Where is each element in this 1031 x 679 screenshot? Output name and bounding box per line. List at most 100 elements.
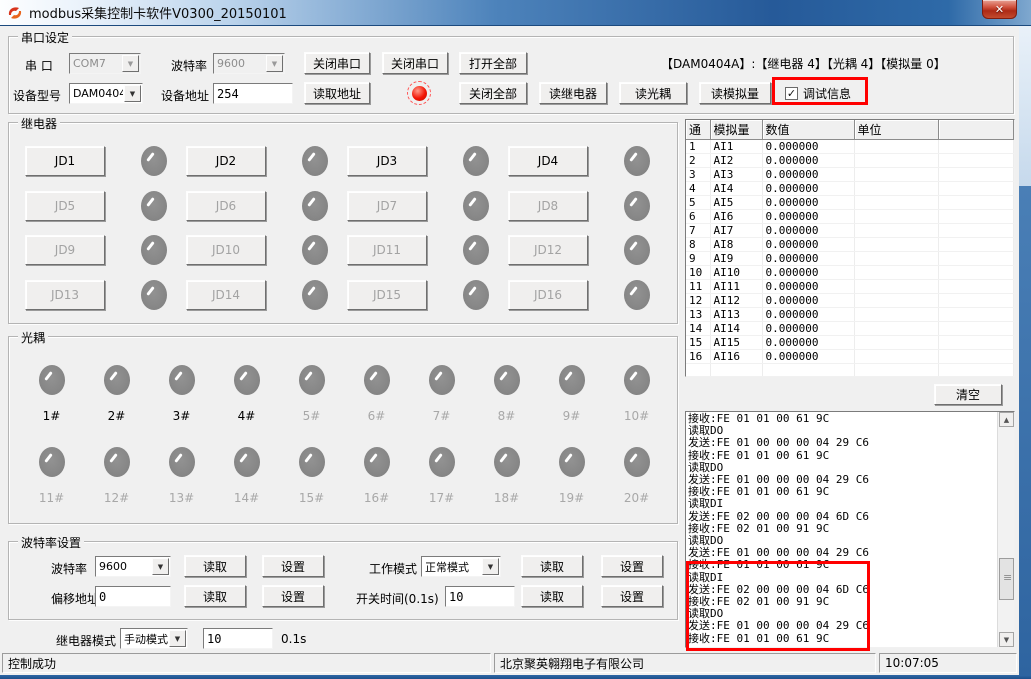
offset-addr-input[interactable] xyxy=(95,586,171,607)
table-row: 16AI160.000000 xyxy=(686,350,1014,364)
work-mode-read-button[interactable]: 读取 xyxy=(521,555,583,577)
baud-read-button[interactable]: 读取 xyxy=(184,555,246,577)
open-all-button[interactable]: 打开全部 xyxy=(459,52,527,74)
table-cell xyxy=(854,182,938,196)
read-relay-button[interactable]: 读继电器 xyxy=(539,82,607,104)
relay-button-jd2[interactable]: JD2 xyxy=(186,146,266,176)
offset-set-button[interactable]: 设置 xyxy=(262,585,324,607)
opto-cell: 11# xyxy=(19,447,84,527)
device-addr-input[interactable] xyxy=(213,83,293,104)
opto-row-2: 11#12#13#14#15#16#17#18#19#20# xyxy=(19,447,669,527)
read-opto-button[interactable]: 读光耦 xyxy=(619,82,687,104)
table-cell xyxy=(938,336,1014,350)
table-row: 1AI10.000000 xyxy=(686,140,1014,154)
opto-label: 2# xyxy=(108,409,126,423)
table-cell: 0.000000 xyxy=(762,252,854,266)
table-cell xyxy=(854,140,938,154)
opto-label: 20# xyxy=(624,491,649,505)
log-scrollbar[interactable]: ▲ ▼ xyxy=(997,412,1014,647)
work-mode-select[interactable]: 正常模式▼ xyxy=(421,556,501,577)
scroll-down-icon[interactable]: ▼ xyxy=(999,632,1014,647)
debug-info-label: 调试信息 xyxy=(803,85,851,102)
relay-button-jd1[interactable]: JD1 xyxy=(25,146,105,176)
opto-cell: 16# xyxy=(344,447,409,527)
table-cell: AI11 xyxy=(710,280,762,294)
close-port-button-1[interactable]: 关闭串口 xyxy=(304,52,370,74)
relay-cell: JD11 xyxy=(347,228,508,273)
relay-led-icon xyxy=(624,146,650,176)
opto-label: 4# xyxy=(238,409,256,423)
relay-mode-select[interactable]: 手动模式▼ xyxy=(120,628,188,649)
relay-mode-time-unit: 0.1s xyxy=(281,632,306,646)
opto-cell: 14# xyxy=(214,447,279,527)
relay-cell: JD9 xyxy=(25,228,186,273)
opto-label: 5# xyxy=(303,409,321,423)
log-line: 接收:FE 01 01 00 61 9C xyxy=(688,450,997,462)
relay-cell: JD16 xyxy=(508,273,669,318)
scroll-up-icon[interactable]: ▲ xyxy=(999,412,1014,427)
close-button[interactable]: ✕ xyxy=(982,0,1017,19)
opto-label: 6# xyxy=(368,409,386,423)
relay-led-icon xyxy=(302,146,328,176)
opto-led-icon xyxy=(429,365,455,395)
table-cell xyxy=(938,224,1014,238)
relay-led-icon xyxy=(463,280,489,310)
relay-cell: JD15 xyxy=(347,273,508,318)
relay-led-icon xyxy=(141,146,167,176)
device-addr-label: 设备地址 xyxy=(161,87,209,104)
table-cell: 8 xyxy=(686,238,710,252)
baud-set-button[interactable]: 设置 xyxy=(262,555,324,577)
offset-read-button[interactable]: 读取 xyxy=(184,585,246,607)
baud2-select[interactable]: 9600▼ xyxy=(95,556,171,577)
opto-led-icon xyxy=(299,447,325,477)
table-cell xyxy=(854,154,938,168)
table-row: 8AI80.000000 xyxy=(686,238,1014,252)
table-cell: AI8 xyxy=(710,238,762,252)
scrollbar-thumb[interactable] xyxy=(999,558,1014,600)
relay-button-jd7: JD7 xyxy=(347,191,427,221)
relay-button-jd4[interactable]: JD4 xyxy=(508,146,588,176)
opto-label: 9# xyxy=(563,409,581,423)
switch-time-input[interactable] xyxy=(445,586,515,607)
checkbox-check-icon[interactable]: ✓ xyxy=(785,87,798,100)
table-row: 11AI110.000000 xyxy=(686,280,1014,294)
table-cell: AI2 xyxy=(710,154,762,168)
clear-log-button[interactable]: 清空 xyxy=(934,384,1002,405)
opto-led-icon xyxy=(169,365,195,395)
log-line: 接收:FE 01 01 00 61 9C xyxy=(688,486,997,498)
table-cell xyxy=(938,210,1014,224)
debug-log-box[interactable]: 接收:FE 01 01 00 61 9C读取DO发送:FE 01 00 00 0… xyxy=(685,411,1015,648)
opto-cell: 19# xyxy=(539,447,604,527)
table-cell: 0.000000 xyxy=(762,280,854,294)
table-cell xyxy=(938,182,1014,196)
relay-led-icon xyxy=(141,191,167,221)
read-analog-button[interactable]: 读模拟量 xyxy=(699,82,771,104)
relay-cell: JD6 xyxy=(186,184,347,229)
relay-cell: JD10 xyxy=(186,228,347,273)
switch-time-set-button[interactable]: 设置 xyxy=(601,585,663,607)
log-line: 接收:FE 01 01 00 61 9C xyxy=(688,559,997,571)
opto-led-icon xyxy=(39,365,65,395)
table-cell xyxy=(854,336,938,350)
window-title: modbus采集控制卡软件V0300_20150101 xyxy=(29,3,287,22)
relay-button-jd3[interactable]: JD3 xyxy=(347,146,427,176)
table-cell: AI1 xyxy=(710,140,762,154)
table-row: 3AI30.000000 xyxy=(686,168,1014,182)
read-addr-button[interactable]: 读取地址 xyxy=(304,82,370,104)
debug-info-checkbox[interactable]: ✓ 调试信息 xyxy=(785,85,851,102)
table-row: 12AI120.000000 xyxy=(686,294,1014,308)
relay-button-jd10: JD10 xyxy=(186,235,266,265)
model-select[interactable]: DAM0404A▼ xyxy=(69,83,143,104)
relay-cell: JD1 xyxy=(25,139,186,184)
table-cell: AI16 xyxy=(710,350,762,364)
relay-mode-time-input[interactable] xyxy=(203,628,273,649)
log-line: 发送:FE 01 00 00 00 04 29 C6 xyxy=(688,437,997,449)
close-all-button[interactable]: 关闭全部 xyxy=(459,82,527,104)
table-row: 14AI140.000000 xyxy=(686,322,1014,336)
work-mode-set-button[interactable]: 设置 xyxy=(601,555,663,577)
switch-time-read-button[interactable]: 读取 xyxy=(521,585,583,607)
window-border-right xyxy=(1019,186,1031,679)
table-cell: AI9 xyxy=(710,252,762,266)
table-cell: 2 xyxy=(686,154,710,168)
close-port-button-2[interactable]: 关闭串口 xyxy=(382,52,448,74)
